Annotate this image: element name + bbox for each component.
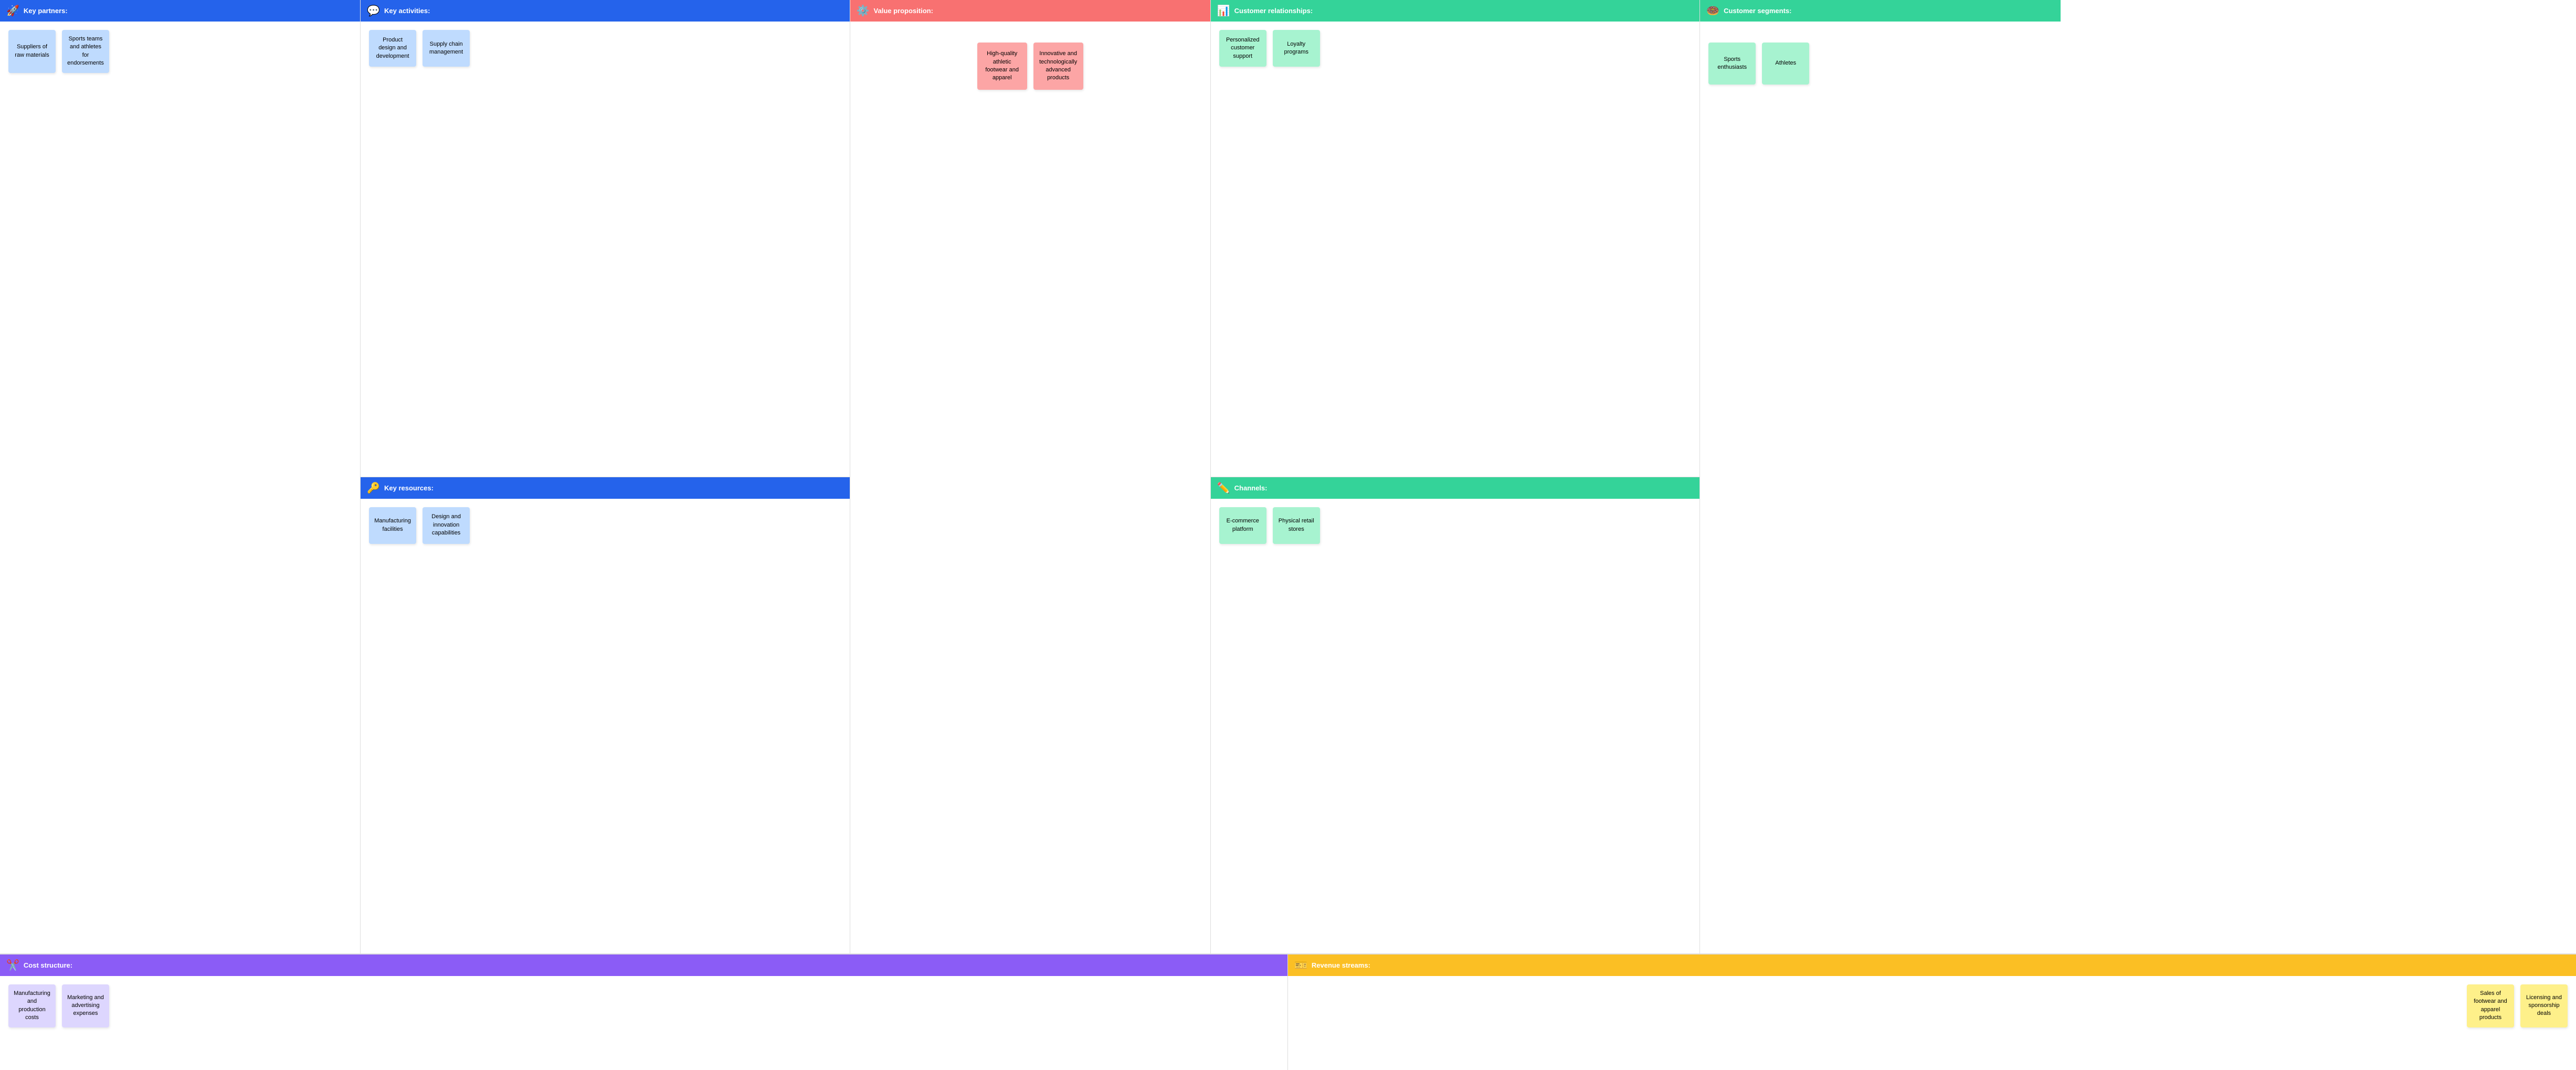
key-partners-content: Suppliers of raw materials Sports teams …	[0, 22, 360, 953]
top-section: 🚀 Key partners: Suppliers of raw materia…	[0, 0, 2576, 954]
key-activities-content: Product design and development Supply ch…	[361, 22, 850, 477]
customer-segments-icon: 🍩	[1706, 4, 1719, 17]
key-resources-header: 🔑 Key resources:	[361, 477, 850, 499]
card-high-quality[interactable]: High-quality athletic footwear and appar…	[977, 43, 1027, 90]
channels-content: E-commerce platform Physical retail stor…	[1211, 499, 1700, 954]
key-partners-header: 🚀 Key partners:	[0, 0, 360, 22]
customer-segments-content: Sports enthusiasts Athletes	[1700, 22, 2061, 953]
channels-icon: ✏️	[1217, 481, 1230, 495]
card-physical-retail[interactable]: Physical retail stores	[1273, 507, 1320, 544]
card-sports-enthusiasts[interactable]: Sports enthusiasts	[1708, 43, 1756, 85]
revenue-streams-content: Sales of footwear and apparel products L…	[1288, 976, 2576, 1070]
value-proposition-content: High-quality athletic footwear and appar…	[850, 22, 1210, 953]
business-model-canvas: 🚀 Key partners: Suppliers of raw materia…	[0, 0, 2576, 1070]
key-resources-content: Manufacturing facilities Design and inno…	[361, 499, 850, 954]
key-resources-sub: 🔑 Key resources: Manufacturing facilitie…	[361, 477, 850, 954]
customer-rel-sub: 📊 Customer relationships: Personalized c…	[1211, 0, 1700, 477]
card-athletes[interactable]: Athletes	[1762, 43, 1809, 85]
key-activities-icon: 💬	[367, 4, 380, 17]
channels-sub: ✏️ Channels: E-commerce platform Physica…	[1211, 477, 1700, 954]
key-activities-sub: 💬 Key activities: Product design and dev…	[361, 0, 850, 477]
card-licensing[interactable]: Licensing and sponsorship deals	[2520, 984, 2568, 1027]
value-proposition-header: ⚙️ Value proposition:	[850, 0, 1210, 22]
customer-rel-content: Personalized customer support Loyalty pr…	[1211, 22, 1700, 477]
key-activities-title: Key activities:	[384, 7, 430, 15]
key-activities-header: 💬 Key activities:	[361, 0, 850, 22]
value-proposition-icon: ⚙️	[857, 4, 870, 17]
card-loyalty-programs[interactable]: Loyalty programs	[1273, 30, 1320, 67]
revenue-streams-icon: 🎫	[1294, 959, 1307, 972]
key-partners-title: Key partners:	[24, 7, 68, 15]
cost-structure-column: ✂️ Cost structure: Manufacturing and pro…	[0, 954, 1288, 1070]
cost-structure-icon: ✂️	[6, 959, 19, 972]
value-proposition-title: Value proposition:	[874, 7, 933, 15]
value-proposition-column: ⚙️ Value proposition: High-quality athle…	[850, 0, 1211, 953]
card-manufacturing[interactable]: Manufacturing facilities	[369, 507, 416, 544]
customer-rel-icon: 📊	[1217, 4, 1230, 17]
revenue-streams-header: 🎫 Revenue streams:	[1288, 954, 2576, 976]
bottom-section: ✂️ Cost structure: Manufacturing and pro…	[0, 954, 2576, 1070]
card-marketing-advertising[interactable]: Marketing and advertising expenses	[62, 984, 109, 1027]
card-product-design[interactable]: Product design and development	[369, 30, 416, 67]
card-suppliers[interactable]: Suppliers of raw materials	[8, 30, 56, 73]
card-ecommerce[interactable]: E-commerce platform	[1219, 507, 1266, 544]
cost-structure-content: Manufacturing and production costs Marke…	[0, 976, 1287, 1070]
key-resources-title: Key resources:	[384, 484, 434, 492]
customer-segments-header: 🍩 Customer segments:	[1700, 0, 2061, 22]
card-supply-chain[interactable]: Supply chain management	[423, 30, 470, 67]
cost-structure-header: ✂️ Cost structure:	[0, 954, 1287, 976]
card-manufacturing-costs[interactable]: Manufacturing and production costs	[8, 984, 56, 1027]
key-partners-icon: 🚀	[6, 4, 19, 17]
key-partners-column: 🚀 Key partners: Suppliers of raw materia…	[0, 0, 361, 953]
customer-rel-title: Customer relationships:	[1234, 7, 1313, 15]
revenue-streams-column: 🎫 Revenue streams: Sales of footwear and…	[1288, 954, 2576, 1070]
cost-structure-title: Cost structure:	[24, 961, 72, 969]
customer-relationships-column: 📊 Customer relationships: Personalized c…	[1211, 0, 1701, 953]
card-personalized-support[interactable]: Personalized customer support	[1219, 30, 1266, 67]
channels-title: Channels:	[1234, 484, 1268, 492]
customer-segments-title: Customer segments:	[1724, 7, 1791, 15]
key-activities-column: 💬 Key activities: Product design and dev…	[361, 0, 850, 953]
key-resources-icon: 🔑	[367, 481, 380, 495]
channels-header: ✏️ Channels:	[1211, 477, 1700, 499]
customer-segments-column: 🍩 Customer segments: Sports enthusiasts …	[1700, 0, 2061, 953]
revenue-streams-title: Revenue streams:	[1312, 961, 1370, 969]
card-innovative[interactable]: Innovative and technologically advanced …	[1033, 43, 1083, 90]
card-design-innovation[interactable]: Design and innovation capabilities	[423, 507, 470, 544]
card-sports-teams[interactable]: Sports teams and athletes for endorsemen…	[62, 30, 109, 73]
customer-rel-header: 📊 Customer relationships:	[1211, 0, 1700, 22]
card-sales-footwear[interactable]: Sales of footwear and apparel products	[2467, 984, 2514, 1027]
